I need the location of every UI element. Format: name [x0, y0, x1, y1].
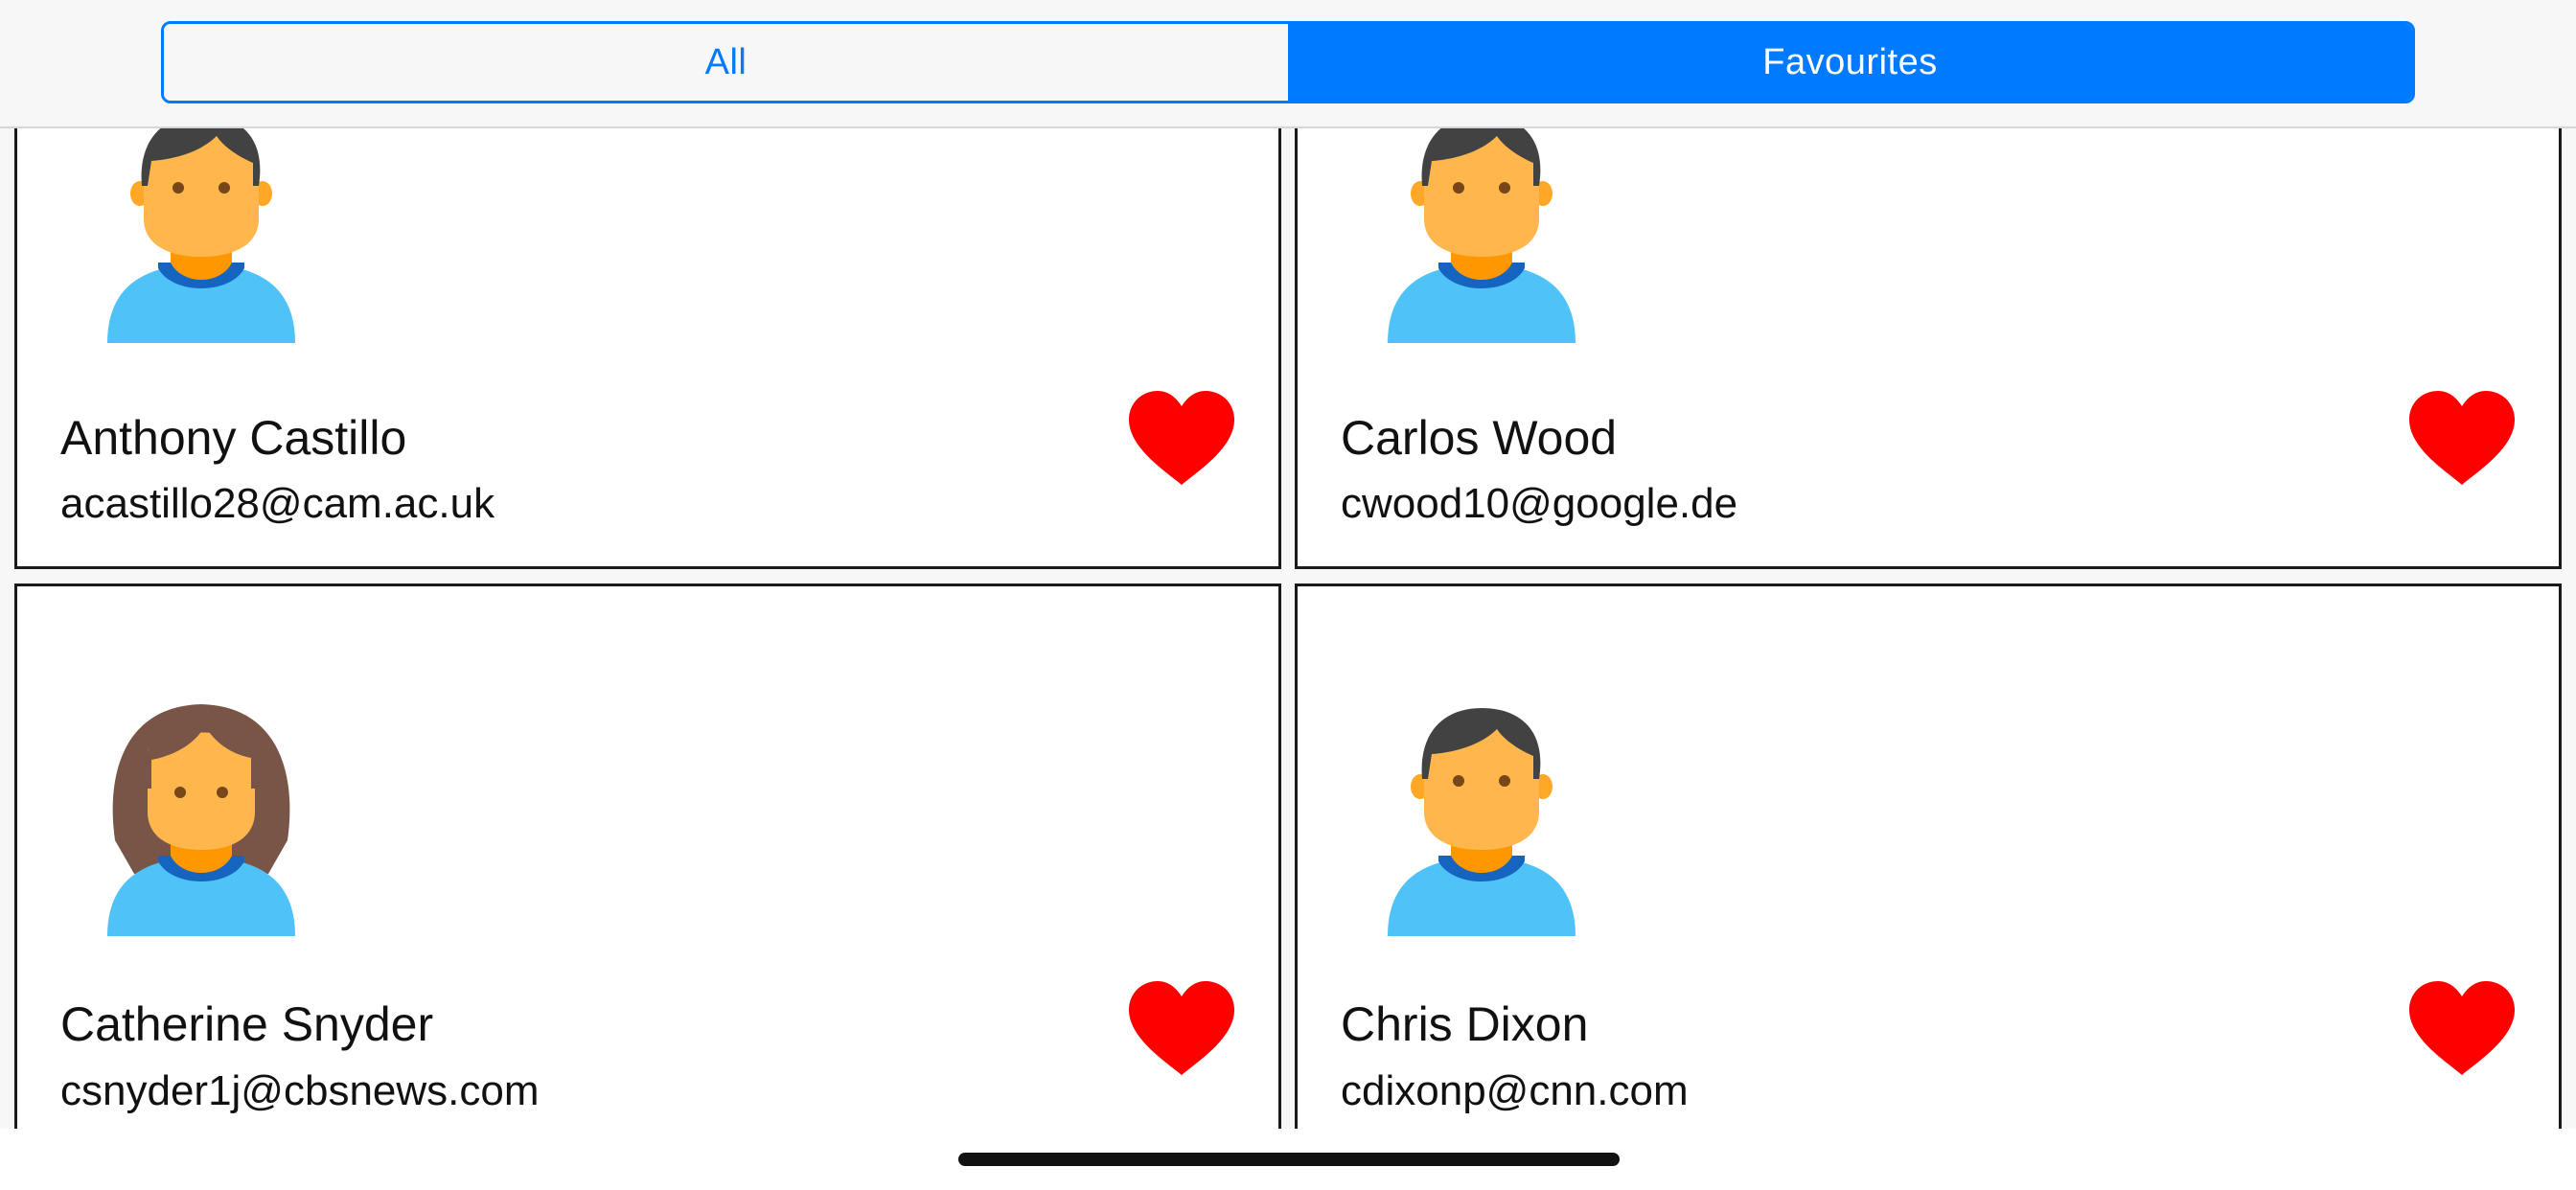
contact-name: Anthony Castillo — [60, 411, 407, 465]
favourite-heart-icon[interactable] — [2409, 981, 2515, 1077]
contact-email: cwood10@google.de — [1341, 480, 1738, 527]
segment-favourites[interactable]: Favourites — [1288, 24, 2412, 101]
navigation-bar: All Favourites — [0, 0, 2576, 128]
contact-grid: Anthony Castillo acastillo28@cam.ac.uk C… — [0, 0, 2576, 1190]
screen: Anthony Castillo acastillo28@cam.ac.uk C… — [0, 0, 2576, 1190]
contact-card[interactable]: Chris Dixon cdixonp@cnn.com — [1295, 584, 2562, 1158]
contact-name: Carlos Wood — [1341, 411, 1618, 465]
female-avatar-icon — [107, 704, 295, 936]
contact-email: acastillo28@cam.ac.uk — [60, 480, 495, 527]
contact-name: Chris Dixon — [1341, 997, 1589, 1051]
home-indicator[interactable] — [958, 1153, 1620, 1166]
favourite-heart-icon[interactable] — [1129, 981, 1234, 1077]
male-avatar-icon — [107, 115, 295, 343]
favourite-heart-icon[interactable] — [2409, 391, 2515, 487]
contact-email: csnyder1j@cbsnews.com — [60, 1067, 540, 1114]
contact-email: cdixonp@cnn.com — [1341, 1067, 1689, 1114]
contact-card[interactable]: Catherine Snyder csnyder1j@cbsnews.com — [14, 584, 1281, 1158]
contact-name: Catherine Snyder — [60, 997, 434, 1051]
filter-segmented-control[interactable]: All Favourites — [161, 21, 2415, 103]
male-avatar-icon — [1388, 708, 1576, 936]
male-avatar-icon — [1388, 115, 1576, 343]
segment-all[interactable]: All — [164, 24, 1288, 101]
favourite-heart-icon[interactable] — [1129, 391, 1234, 487]
